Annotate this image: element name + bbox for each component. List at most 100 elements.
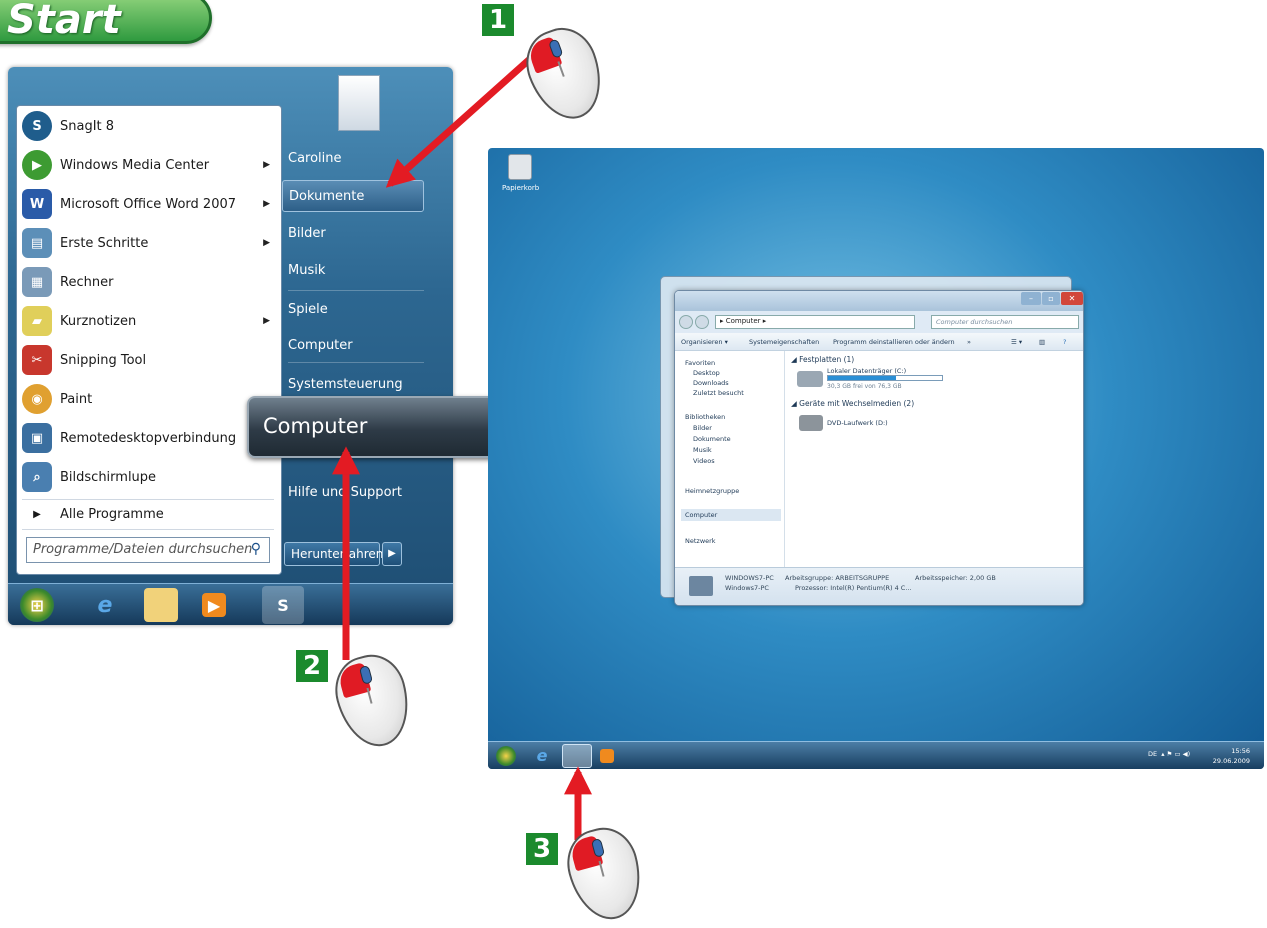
explorer-folder-icon[interactable] [144,588,178,622]
nav-musik[interactable]: Musik [693,446,712,454]
help-icon[interactable]: ? [1063,338,1066,346]
nav-bilder[interactable]: Bilder [693,424,712,432]
start-menu: S SnagIt 8 ▶ Windows Media Center ▶ W Mi… [8,67,453,625]
hard-drive-icon[interactable] [797,371,823,387]
shutdown-options-button[interactable]: ▶ [382,542,402,566]
nav-desktop[interactable]: Desktop [693,369,720,377]
recycle-bin-label: Papierkorb [502,184,540,192]
all-programs-item[interactable]: ▶ Alle Programme [22,497,276,531]
drive-c-usage-fill [828,376,897,380]
start-link-spiele[interactable]: Spiele [282,294,424,326]
mouse-icon [516,18,614,130]
start-search-input[interactable]: Programme/Dateien durchsuchen ⚲ [26,537,270,563]
calculator-icon: ▦ [22,267,52,297]
program-item-snagit[interactable]: S SnagIt 8 [22,109,276,143]
magnifier-icon: ⌕ [22,462,52,492]
taskbar: ⊞ e ▶ S [8,583,453,625]
nav-downloads[interactable]: Downloads [693,379,729,387]
divider [22,529,274,530]
status-cpu: Prozessor: Intel(R) Pentium(R) 4 C... [795,584,912,592]
program-item-remote-desktop[interactable]: ▣ Remotedesktopverbindung [22,421,276,455]
nav-computer[interactable]: Computer [681,509,781,521]
computer-window: – ▫ ✕ ▸ Computer ▸ Computer durchsuchen … [674,290,1084,606]
group-hard-drives: ◢ Festplatten (1) [791,355,855,364]
explorer-folder-icon[interactable] [562,744,592,768]
system-properties-button[interactable]: Systemeigenschaften [749,338,819,346]
clock[interactable]: 15:56 29.06.2009 [1213,746,1250,766]
status-workgroup: Arbeitsgruppe: ARBEITSGRUPPE [785,574,890,582]
start-link-computer[interactable]: Computer [282,330,424,362]
forward-icon[interactable] [695,315,709,329]
program-item-snipping-tool[interactable]: ✂ Snipping Tool [22,343,276,377]
view-options-icon[interactable]: ☰ ▾ [1011,338,1022,346]
drive-d-label[interactable]: DVD-Laufwerk (D:) [827,419,888,427]
start-link-help[interactable]: Hilfe und Support [282,477,424,509]
windows-start-orb-icon[interactable]: ⊞ [20,588,54,622]
program-item-calculator[interactable]: ▦ Rechner [22,265,276,299]
start-link-caroline[interactable]: Caroline [282,143,424,175]
uninstall-button[interactable]: Programm deinstallieren oder ändern [833,338,955,346]
command-bar: Organisieren ▾ Systemeigenschaften Progr… [675,333,1083,351]
search-icon[interactable]: ⚲ [251,541,261,557]
nav-videos[interactable]: Videos [693,457,715,465]
address-bar: ▸ Computer ▸ Computer durchsuchen [675,311,1083,333]
snagit-icon: S [22,111,52,141]
nav-recent[interactable]: Zuletzt besucht [693,389,744,397]
program-label: Rechner [60,274,114,290]
dvd-drive-icon[interactable] [799,415,823,431]
media-player-icon[interactable] [600,749,614,763]
language-indicator[interactable]: DE [1148,750,1157,758]
preview-pane-icon[interactable]: ▥ [1039,338,1045,346]
start-link-dokumente[interactable]: Dokumente [282,180,424,212]
nav-libraries[interactable]: Bibliotheken [685,413,725,421]
shutdown-button[interactable]: Herunterfahren [284,542,383,566]
maximize-button[interactable]: ▫ [1042,292,1060,305]
program-item-word[interactable]: W Microsoft Office Word 2007 ▶ [22,187,276,221]
program-label: Snipping Tool [60,352,147,368]
start-link-bilder[interactable]: Bilder [282,218,424,250]
divider [288,362,424,363]
snagit-taskbar-icon[interactable]: S [262,586,304,624]
submenu-arrow-icon: ▶ [263,238,270,248]
internet-explorer-icon[interactable]: e [88,588,122,622]
nav-favoriten[interactable]: Favoriten [685,359,715,367]
nav-network[interactable]: Netzwerk [685,537,716,545]
submenu-arrow-icon: ▶ [263,160,270,170]
sticky-notes-icon: ▰ [22,306,52,336]
internet-explorer-icon[interactable]: e [532,746,552,766]
mouse-icon [327,647,419,755]
submenu-arrow-icon: ▶ [263,199,270,209]
program-label: Erste Schritte [60,235,149,251]
drive-c-free: 30,3 GB frei von 76,3 GB [827,383,902,390]
program-label: Paint [60,391,93,407]
program-item-paint[interactable]: ◉ Paint [22,382,276,416]
program-item-sticky-notes[interactable]: ▰ Kurznotizen ▶ [22,304,276,338]
minimize-button[interactable]: – [1021,292,1041,305]
program-item-media-center[interactable]: ▶ Windows Media Center ▶ [22,148,276,182]
organize-button[interactable]: Organisieren ▾ [681,338,728,346]
drive-c-label[interactable]: Lokaler Datenträger (C:) [827,367,906,375]
clock-time: 15:56 [1231,747,1250,755]
group-removable: ◢ Geräte mit Wechselmedien (2) [791,399,915,408]
media-center-icon: ▶ [22,150,52,180]
divider [288,290,424,291]
paint-palette-icon: ◉ [22,384,52,414]
program-label: Remotedesktopverbindung [60,430,237,446]
step-badge-2: 2 [296,650,328,682]
windows-start-orb-icon[interactable] [496,746,516,766]
program-item-getting-started[interactable]: ▤ Erste Schritte ▶ [22,226,276,260]
step-badge-1: 1 [482,4,514,36]
nav-homegroup[interactable]: Heimnetzgruppe [685,487,739,495]
more-commands-button[interactable]: » [967,338,971,346]
close-button[interactable]: ✕ [1061,292,1083,305]
status-memory: Arbeitsspeicher: 2,00 GB [915,574,996,582]
window-search-input[interactable]: Computer durchsuchen [931,315,1079,329]
program-item-magnifier[interactable]: ⌕ Bildschirmlupe [22,460,276,494]
back-icon[interactable] [679,315,693,329]
computer-tooltip: Computer [247,396,525,458]
media-player-icon[interactable]: ▶ [202,593,226,617]
nav-dokumente[interactable]: Dokumente [693,435,731,443]
breadcrumb[interactable]: ▸ Computer ▸ [715,315,915,329]
recycle-bin-icon[interactable] [508,154,532,180]
start-link-musik[interactable]: Musik [282,255,424,287]
